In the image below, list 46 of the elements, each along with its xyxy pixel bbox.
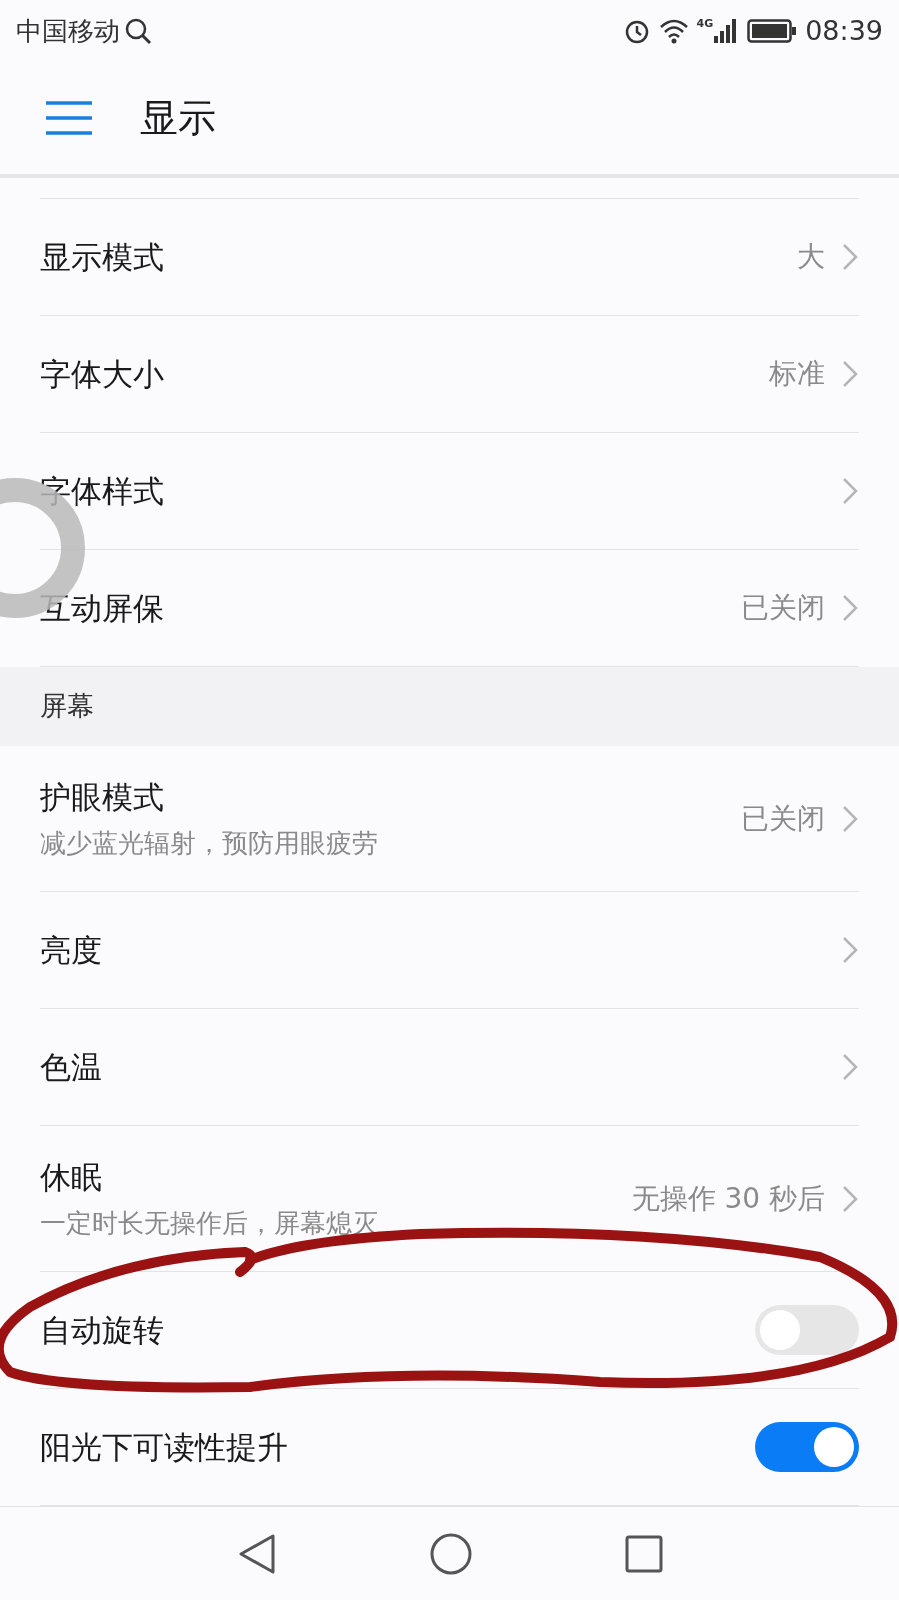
battery-icon — [747, 18, 798, 44]
page-title: 显示 — [140, 94, 216, 142]
network-type: 4G — [696, 18, 714, 29]
setting-row[interactable]: 自动旋转 — [40, 1272, 859, 1389]
setting-value: 大 — [797, 239, 825, 275]
setting-title: 护眼模式 — [40, 777, 165, 817]
chevron-right-icon — [841, 593, 859, 623]
chevron-right-icon — [841, 242, 859, 272]
setting-title: 自动旋转 — [40, 1310, 164, 1350]
setting-title: 色温 — [40, 1047, 102, 1087]
setting-value: 已关闭 — [741, 800, 825, 837]
setting-title: 字体大小 — [40, 354, 164, 394]
setting-title: 互动屏保 — [40, 588, 164, 628]
setting-subtitle: 减少蓝光辐射，预防用眼疲劳 — [40, 827, 378, 861]
setting-subtitle: 一定时长无操作后，屏幕熄灭 — [40, 1207, 378, 1241]
chevron-right-icon — [841, 1183, 859, 1214]
chevron-right-icon — [841, 935, 859, 965]
carrier-name: 中国移动 — [16, 14, 120, 48]
search-icon — [124, 17, 152, 45]
setting-title: 字体样式 — [40, 471, 164, 511]
setting-title: 显示模式 — [40, 237, 164, 277]
setting-row[interactable]: 字体大小 标准 — [40, 316, 859, 433]
setting-row[interactable]: 休眠 一定时长无操作后，屏幕熄灭 无操作 30 秒后 — [40, 1126, 859, 1272]
setting-row[interactable]: 色温 — [40, 1009, 859, 1126]
section-header: 屏幕 — [40, 689, 94, 724]
wifi-icon — [658, 18, 689, 44]
setting-row[interactable]: 护眼模式 减少蓝光辐射，预防用眼疲劳 已关闭 — [40, 746, 859, 892]
toggle-switch[interactable] — [755, 1305, 859, 1355]
menu-icon[interactable] — [46, 101, 92, 135]
chevron-right-icon — [841, 1052, 859, 1082]
toggle-switch[interactable] — [755, 1422, 859, 1472]
chevron-right-icon — [841, 476, 859, 506]
setting-row[interactable]: 亮度 — [40, 892, 859, 1009]
setting-row[interactable]: 显示模式 大 — [40, 199, 859, 316]
setting-value: 无操作 30 秒后 — [631, 1180, 825, 1217]
chevron-right-icon — [841, 803, 859, 834]
setting-row[interactable]: 字体样式 — [40, 433, 859, 550]
clock-time: 08:39 — [805, 13, 883, 48]
recents-icon[interactable] — [624, 1534, 663, 1573]
setting-title: 休眠 — [40, 1157, 103, 1197]
setting-title: 阳光下可读性提升 — [40, 1427, 288, 1467]
chevron-right-icon — [841, 359, 859, 389]
setting-value: 标准 — [769, 356, 825, 392]
setting-title: 亮度 — [40, 930, 102, 970]
setting-value: 已关闭 — [741, 590, 825, 626]
home-icon[interactable] — [429, 1532, 472, 1575]
